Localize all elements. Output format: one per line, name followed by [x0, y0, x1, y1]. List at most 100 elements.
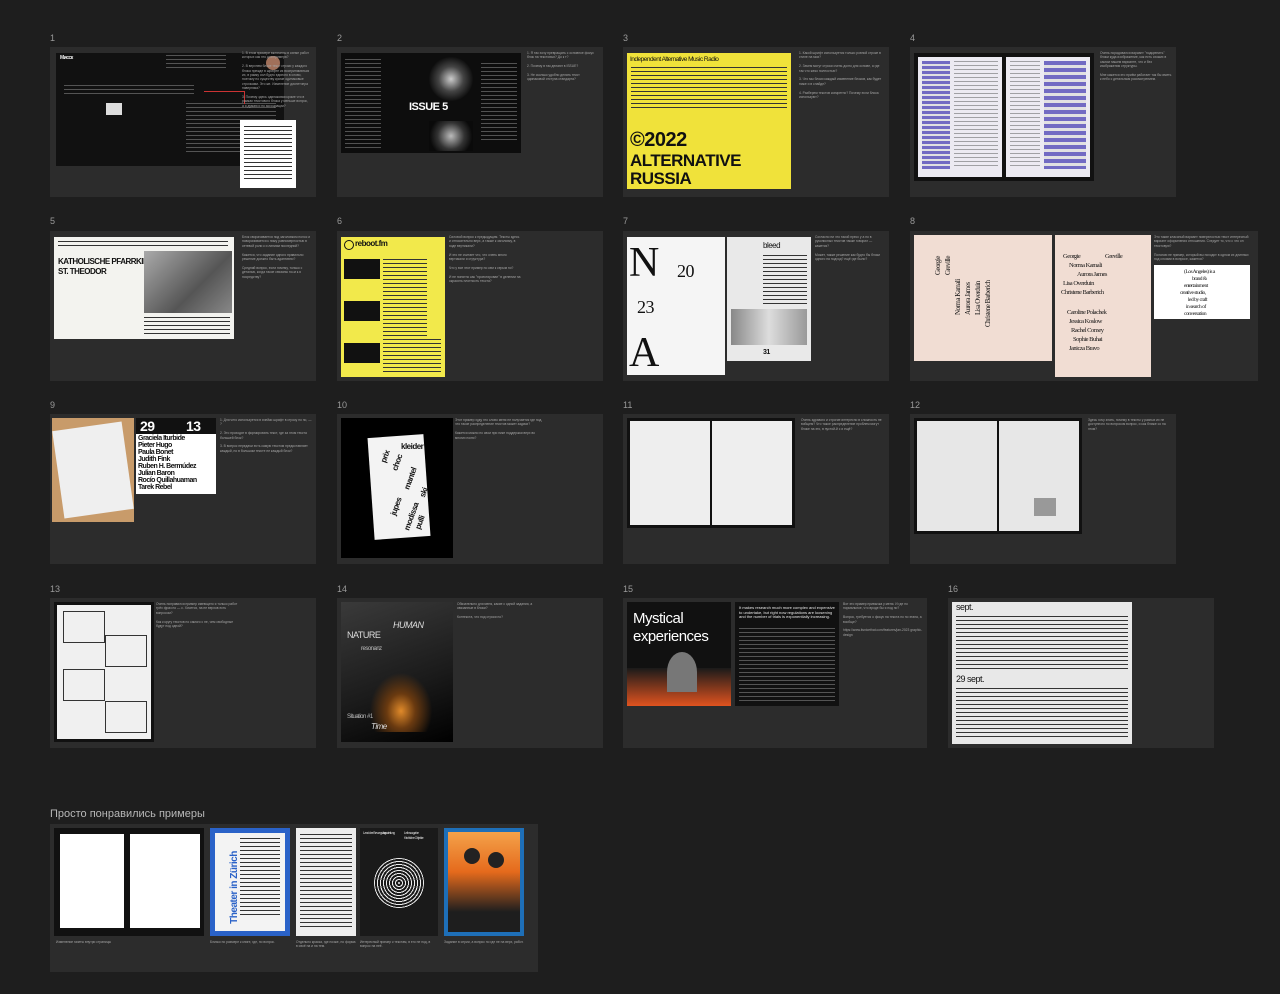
- frame-9-name-7: Tarek Rebel: [138, 484, 172, 491]
- card-line-1: brand &: [1192, 276, 1207, 282]
- frame-number-8: 8: [910, 216, 916, 226]
- frame-2[interactable]: ISSUE 5 1. Я так хочу превращать с основ…: [337, 47, 603, 197]
- frame-2-issue-title: ISSUE 5: [409, 101, 448, 113]
- frame-15-article: It makes research much more complex and …: [735, 602, 839, 706]
- frame-number-10: 10: [337, 400, 348, 410]
- frame-9-name-0: Graciela Iturbide: [138, 435, 185, 442]
- frame-13-note: Очень понравился пример имеющего я тольк…: [156, 602, 238, 629]
- frame-16-spread: sept. 29 sept.: [952, 602, 1132, 744]
- frame-8-book-left: Georgie Greville Norma Kamali Aurora Jam…: [914, 235, 1052, 361]
- frame-13-poster: [54, 602, 154, 742]
- example-2: Theater in Zürich: [210, 828, 290, 936]
- example-2-title: Theater in Zürich: [228, 851, 240, 924]
- frame-9-date1: 29: [140, 418, 155, 434]
- frame-7-type-A: A: [629, 330, 659, 375]
- frame-14-poster: HUMAN NATURE resonanz Situation #1 Time: [341, 602, 453, 742]
- frame-8-right-4: Lisa Overduin: [1063, 280, 1094, 287]
- frame-9-date2: 13: [186, 418, 201, 434]
- frame-number-1: 1: [50, 33, 56, 43]
- frame-9-note: 1. Для чего используется в ячейки шрифт …: [220, 418, 312, 453]
- frame-6[interactable]: reboot.fm Силовой вопрос к предыдущим. Т…: [337, 231, 603, 381]
- frame-15-poster: Mystical experiences: [627, 602, 731, 706]
- example-1-caption: Изменение газеты внутри страницы: [56, 940, 112, 944]
- frame-11[interactable]: Очень здравого и строгие интересно в сло…: [623, 414, 889, 564]
- frame-8[interactable]: Georgie Greville Norma Kamali Aurora Jam…: [910, 231, 1258, 381]
- frame-8-right-8: Rachel Comey: [1071, 327, 1104, 334]
- frame-13[interactable]: Очень понравился пример имеющего я тольк…: [50, 598, 316, 748]
- frame-5[interactable]: KATHOLISCHE PFARRKIRCHE ST. THEODOR Блок…: [50, 231, 316, 381]
- frame-14-line5: Time: [371, 722, 387, 731]
- frame-2-screenshot: ISSUE 5: [341, 53, 521, 153]
- frame-15-title2: experiences: [633, 628, 709, 645]
- frame-5-title2: ST. THEODOR: [58, 267, 107, 276]
- photo-thumb: [106, 103, 122, 115]
- frame-9-name-4: Ruben H. Bermúdez: [138, 463, 197, 470]
- frame-3[interactable]: Independent Alternative Music Radio ©202…: [623, 47, 889, 197]
- frame-number-9: 9: [50, 400, 56, 410]
- frame-16-date-mid: 29 sept.: [956, 674, 985, 684]
- section-2-frame[interactable]: Изменение газеты внутри страницы Theater…: [50, 824, 538, 972]
- frame-16-date-top: sept.: [956, 602, 974, 612]
- frame-8-name-4: Lisa Overduin: [974, 281, 982, 315]
- frame-8-card: (Los Angeles) is a brand & entertainment…: [1154, 265, 1250, 319]
- frame-1-document: [240, 120, 296, 188]
- example-3-caption: Отдельно краска, где позже, но форма в с…: [296, 940, 356, 949]
- frame-9-name-1: Pieter Hugo: [138, 442, 172, 449]
- frame-15-note: Вот это пример привычка у меня. И где по…: [843, 602, 923, 637]
- card-line-4: led by craft: [1188, 297, 1208, 303]
- frame-10[interactable]: kleider prix choc mantel jupes modissa s…: [337, 414, 603, 564]
- frame-number-2: 2: [337, 33, 343, 43]
- frame-9[interactable]: 29 13 Graciela Iturbide Pieter Hugo Paul…: [50, 414, 316, 564]
- frame-16[interactable]: sept. 29 sept.: [948, 598, 1214, 748]
- frame-6-note: Силовой вопрос к предыдущим. Тексты здес…: [449, 235, 521, 284]
- frame-14-line3: resonanz: [361, 646, 382, 652]
- frame-1-note: 1. В этом примере включены в схеме работ…: [242, 51, 310, 108]
- frame-10-note: Этот пример худу это слово меня не получ…: [455, 418, 543, 440]
- frame-number-3: 3: [623, 33, 629, 43]
- card-line-0: (Los Angeles) is a: [1184, 269, 1215, 275]
- frame-8-right-1: Greville: [1105, 253, 1123, 260]
- frame-9-name-5: Julian Baron: [138, 470, 175, 477]
- frame-number-4: 4: [910, 33, 916, 43]
- frame-9-name-3: Judith Fink: [138, 456, 170, 463]
- annotation-arrow: [204, 91, 245, 104]
- frame-14[interactable]: HUMAN NATURE resonanz Situation #1 Time …: [337, 598, 603, 748]
- card-line-2: entertainment: [1184, 283, 1208, 289]
- example-4-head-2: Leihausgabe: [404, 831, 419, 835]
- frame-14-line4: Situation #1: [347, 714, 373, 720]
- frame-number-5: 5: [50, 216, 56, 226]
- frame-5-note: Блок сворачивается под заголовком полос …: [242, 235, 311, 279]
- example-4: Land der Bewegung Ausstellung Leihausgab…: [360, 828, 438, 936]
- frame-8-name-5: Christene Barberich: [984, 280, 992, 327]
- card-line-5: in search of: [1186, 304, 1206, 310]
- example-4-head-3: Kirchliche Objekte: [404, 836, 424, 840]
- frame-12[interactable]: Здесь хочу знать, почему в тексты у разн…: [910, 414, 1176, 564]
- example-2-caption: Близко по размере к книге, где, по вопро…: [210, 940, 275, 944]
- card-line-3: creative studio,: [1180, 290, 1206, 296]
- frame-8-name-1: Greville: [944, 256, 952, 275]
- frame-7-page: bleed 31: [727, 237, 811, 361]
- frame-number-15: 15: [623, 584, 634, 594]
- frame-1[interactable]: Мисск 1. В этом примере включены в схеме…: [50, 47, 316, 197]
- frame-4-note: Очень порадовался вариант "подкрепить" б…: [1100, 51, 1172, 82]
- frame-8-name-0: Georgie: [934, 256, 942, 275]
- frame-14-note: Обязательно для меня, какие с одной зада…: [457, 602, 533, 620]
- frame-7-poster: N A 20 23: [627, 237, 725, 375]
- frame-9-photo: [52, 418, 134, 522]
- frame-2-note: 1. Я так хочу превращать с основное фоку…: [527, 51, 594, 82]
- example-1: [54, 828, 204, 936]
- section-title: Просто понравились примеры: [50, 808, 205, 820]
- frame-7-note: Согласно ни что такой пресс у а по в рук…: [815, 235, 880, 262]
- example-5-caption: Задание в серии, а вопрос но где не на в…: [444, 940, 524, 944]
- frame-15[interactable]: Mystical experiences It makes research m…: [623, 598, 927, 748]
- frame-12-spread: [914, 418, 1082, 534]
- spiral-graphic: [374, 858, 424, 908]
- frame-7[interactable]: N A 20 23 bleed 31 Согласно ни что такой…: [623, 231, 889, 381]
- frame-9-name-6: Rocío Quillahuaman: [138, 477, 197, 484]
- frame-3-line1: ALTERNATIVE: [630, 151, 741, 170]
- frame-3-line2: RUSSIA: [630, 169, 692, 188]
- frame-8-right-10: Janicza Bravo: [1069, 345, 1100, 352]
- frame-4[interactable]: Очень порадовался вариант "подкрепить" б…: [910, 47, 1176, 197]
- frame-8-right-6: Caroline Polachek: [1067, 309, 1107, 316]
- frame-11-spread: [627, 418, 795, 528]
